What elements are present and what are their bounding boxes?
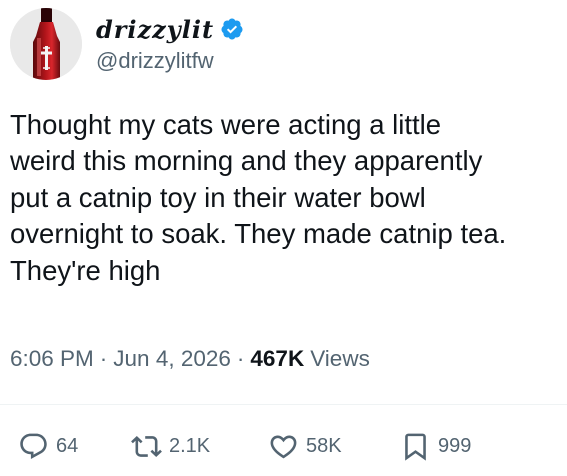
views-count: 467K [250, 346, 305, 371]
divider [0, 404, 567, 405]
reply-icon [20, 433, 47, 459]
like-button[interactable]: 58K [268, 426, 342, 466]
tweet-date[interactable]: Jun 4, 2026 [113, 346, 231, 372]
meta-separator: · [236, 346, 245, 371]
tweet-meta: 6:06 PM · Jun 4, 2026 · 467K Views [10, 342, 370, 376]
meta-separator: · [99, 346, 108, 371]
author-names: drizzylit @drizzylitfw [96, 14, 244, 74]
bookmark-count: 999 [438, 434, 472, 457]
reply-button[interactable]: 64 [18, 426, 78, 466]
views-label: Views [310, 346, 370, 371]
verified-badge-icon [221, 18, 243, 40]
retweet-icon [131, 435, 162, 457]
bookmark-button[interactable]: 999 [400, 426, 471, 466]
bookmark-icon [405, 433, 426, 461]
like-count: 58K [306, 434, 342, 457]
tweet-text: Thought my cats were acting a little wei… [10, 107, 555, 289]
display-name-row: drizzylit [96, 14, 244, 44]
action-bar: 64 2.1K 58K 999 [0, 426, 567, 466]
tweet-text-line: Thought my cats were acting a little [10, 109, 442, 140]
tweet-text-line: weird this morning and they apparently [10, 145, 483, 177]
tweet-time[interactable]: 6:06 PM [10, 346, 94, 372]
tweet-text-line: They're high [10, 254, 161, 286]
heart-icon [270, 435, 297, 458]
retweet-count: 2.1K [169, 434, 211, 457]
reply-count: 64 [56, 434, 79, 457]
tweet-text-line: overnight to soak. They made catnip tea. [10, 218, 507, 250]
display-name[interactable]: drizzylit [96, 15, 214, 44]
author-handle[interactable]: @drizzylitfw [96, 48, 244, 74]
retweet-button[interactable]: 2.1K [131, 426, 210, 466]
avatar-bottle-image [10, 8, 82, 80]
avatar[interactable] [10, 8, 82, 80]
tweet-text-line: put a catnip toy in their water bowl [10, 181, 426, 213]
tweet-header: drizzylit @drizzylitfw [10, 8, 550, 80]
